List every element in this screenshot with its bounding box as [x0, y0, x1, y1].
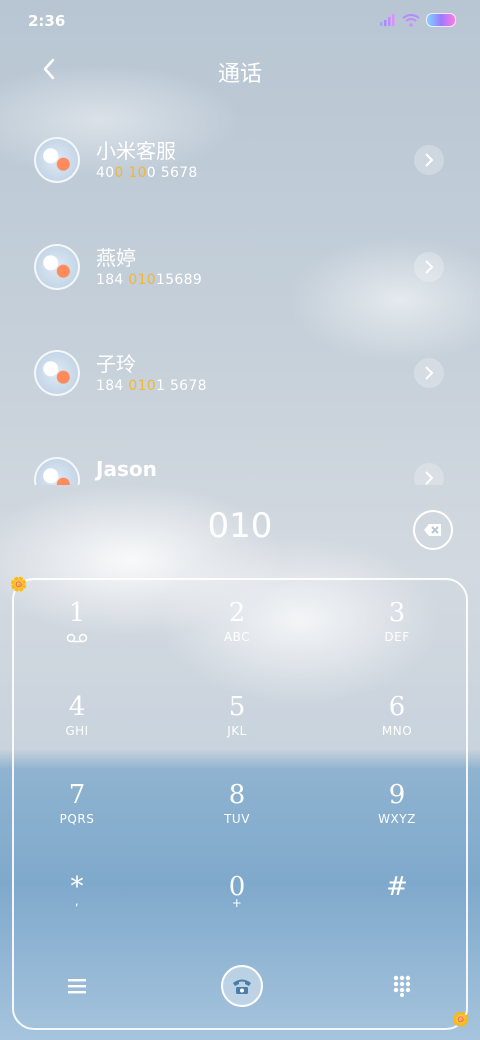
- status-bar: 2:36: [0, 0, 480, 40]
- key-letters: WXYZ: [378, 812, 416, 826]
- contact-item[interactable]: 燕婷 184 01015689: [0, 244, 480, 324]
- status-time: 2:36: [28, 12, 66, 30]
- key-letters: ,: [74, 894, 80, 908]
- keypad-toggle-button[interactable]: [382, 966, 422, 1006]
- menu-button[interactable]: [57, 966, 97, 1006]
- key-7[interactable]: 7 PQRS: [2, 780, 152, 860]
- avatar: [34, 350, 80, 396]
- contact-number: 400 100 5678: [96, 165, 198, 181]
- backspace-icon: [424, 524, 441, 536]
- contact-item[interactable]: 子玲 184 0101 5678: [0, 350, 480, 430]
- contact-detail-button[interactable]: [414, 252, 444, 282]
- key-star[interactable]: * ,: [2, 872, 152, 952]
- keypad-icon: [393, 975, 411, 997]
- contact-name: 小米客服: [96, 139, 176, 163]
- contact-number: 184 01015689: [96, 272, 203, 288]
- key-2[interactable]: 2 ABC: [162, 598, 312, 678]
- backspace-button[interactable]: [413, 510, 453, 550]
- key-letters: DEF: [384, 630, 410, 644]
- key-1[interactable]: 1: [2, 598, 152, 678]
- key-5[interactable]: 5 JKL: [162, 692, 312, 772]
- contact-name: Jason: [96, 457, 157, 481]
- flower-icon: 🌼: [452, 1012, 470, 1028]
- key-digit: 7: [68, 780, 86, 810]
- contact-name: 子玲: [96, 352, 136, 376]
- key-letters: PQRS: [59, 812, 95, 826]
- avatar: [34, 137, 80, 183]
- contact-detail-button[interactable]: [414, 463, 444, 485]
- battery-icon: [426, 13, 456, 27]
- key-9[interactable]: 9 WXYZ: [322, 780, 472, 860]
- key-letters: +: [231, 896, 243, 910]
- key-digit: 8: [228, 780, 246, 810]
- entered-number: 010: [207, 506, 273, 546]
- contact-detail-button[interactable]: [414, 358, 444, 388]
- voicemail-icon: [66, 633, 88, 643]
- key-8[interactable]: 8 TUV: [162, 780, 312, 860]
- contact-number: 184 0101 5678: [96, 378, 207, 394]
- header: 通话: [0, 40, 480, 100]
- key-digit: 5: [228, 692, 246, 722]
- chevron-right-icon: [425, 471, 433, 485]
- key-letters: GHI: [65, 724, 89, 738]
- chevron-right-icon: [425, 260, 433, 274]
- key-3[interactable]: 3 DEF: [322, 598, 472, 678]
- contact-detail-button[interactable]: [414, 145, 444, 175]
- key-letters: ABC: [223, 630, 251, 644]
- flower-icon: 🌼: [10, 577, 28, 593]
- key-6[interactable]: 6 MNO: [322, 692, 472, 772]
- menu-icon: [68, 979, 86, 994]
- chevron-right-icon: [425, 153, 433, 167]
- contact-item[interactable]: 小米客服 400 100 5678: [0, 137, 480, 217]
- key-letters: MNO: [381, 724, 413, 738]
- call-button[interactable]: [221, 965, 263, 1007]
- key-digit: #: [386, 872, 408, 902]
- status-icons: [380, 13, 456, 27]
- wifi-icon: [402, 13, 420, 27]
- key-digit: 4: [68, 692, 86, 722]
- key-letters: JKL: [227, 724, 247, 738]
- avatar: [34, 244, 80, 290]
- key-digit: 6: [388, 692, 406, 722]
- key-digit: 2: [228, 598, 246, 628]
- key-digit: 9: [388, 780, 406, 810]
- key-letters: TUV: [224, 812, 250, 826]
- key-4[interactable]: 4 GHI: [2, 692, 152, 772]
- contact-name: 燕婷: [96, 246, 136, 270]
- phone-icon: [233, 979, 251, 994]
- key-0[interactable]: 0 +: [162, 872, 312, 952]
- key-hash[interactable]: #: [322, 872, 472, 952]
- key-digit: 3: [388, 598, 406, 628]
- avatar: [34, 457, 80, 485]
- contact-item[interactable]: Jason: [0, 457, 480, 485]
- key-digit: 1: [68, 598, 86, 628]
- page-title: 通话: [217, 62, 262, 87]
- chevron-right-icon: [425, 366, 433, 380]
- signal-icon: [380, 14, 395, 26]
